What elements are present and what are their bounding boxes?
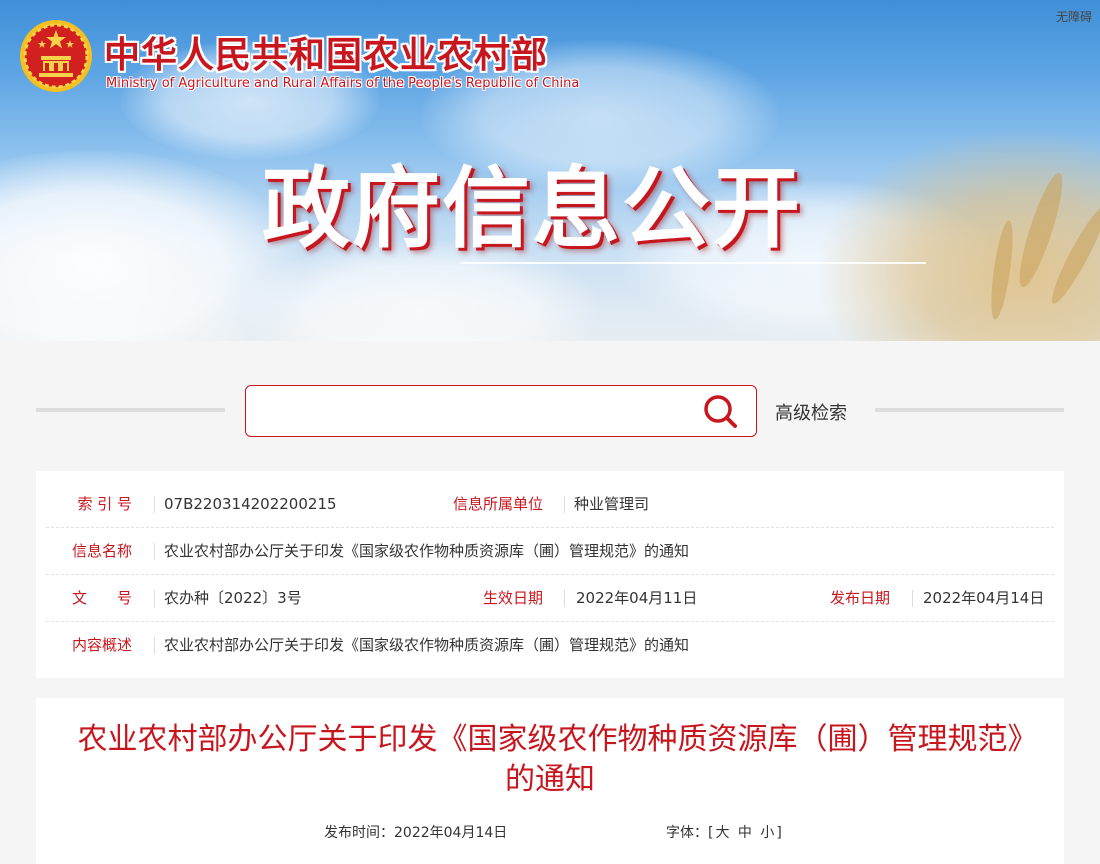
summary-value: 农业农村部办公厅关于印发《国家级农作物种质资源库（圃）管理规范》的通知	[164, 636, 690, 654]
info-row: 索 引 号 07B220314202200215 信息所属单位 种业管理司	[46, 481, 1054, 528]
info-table: 索 引 号 07B220314202200215 信息所属单位 种业管理司 信息…	[36, 471, 1064, 678]
header-banner: 无障碍 中华人民共和国农业农村部 Ministry of Agriculture…	[0, 0, 1100, 341]
search-section: 高级检索	[0, 341, 1100, 471]
row-separator	[154, 543, 155, 560]
row-separator	[154, 590, 155, 607]
row-separator	[564, 590, 565, 607]
name-label: 信息名称	[71, 542, 132, 560]
search-input[interactable]	[258, 394, 688, 428]
search-box	[245, 385, 757, 437]
font-size-medium-button[interactable]: 中	[736, 825, 754, 841]
site-title: 中华人民共和国农业农村部	[104, 35, 549, 76]
site-subtitle: Ministry of Agriculture and Rural Affair…	[106, 76, 580, 91]
publish-date-value: 2022年04月14日	[923, 589, 1045, 607]
banner-title-underline	[460, 262, 926, 264]
info-row: 文 号 农办种〔2022〕3号 生效日期 2022年04月11日 发布日期 20…	[46, 575, 1054, 622]
article-publish-time: 发布时间：2022年04月14日	[324, 825, 508, 841]
effective-date-value: 2022年04月11日	[576, 589, 698, 607]
font-size-bracket: ]	[776, 825, 782, 841]
font-size-control: 字体：[大 中 小]	[666, 822, 782, 842]
font-size-label: 字体：[	[666, 825, 714, 841]
index-label: 索 引 号	[77, 495, 132, 513]
doc-number-value: 农办种〔2022〕3号	[164, 589, 302, 607]
font-size-small-button[interactable]: 小	[758, 825, 776, 841]
row-separator	[912, 590, 913, 607]
search-icon[interactable]	[702, 393, 740, 431]
doc-number-label: 文 号	[71, 589, 132, 607]
info-row: 内容概述 农业农村部办公厅关于印发《国家级农作物种质资源库（圃）管理规范》的通知	[46, 622, 1054, 669]
effective-date-label: 生效日期	[482, 589, 543, 607]
unit-value: 种业管理司	[574, 495, 650, 513]
advanced-search-link[interactable]: 高级检索	[775, 399, 847, 425]
accessibility-link[interactable]: 无障碍	[1056, 8, 1092, 25]
info-row: 信息名称 农业农村部办公厅关于印发《国家级农作物种质资源库（圃）管理规范》的通知	[46, 528, 1054, 575]
row-separator	[564, 496, 565, 513]
wheat-decoration	[820, 130, 1100, 341]
font-size-large-button[interactable]: 大	[713, 825, 731, 841]
article-title: 农业农村部办公厅关于印发《国家级农作物种质资源库（圃）管理规范》的通知	[77, 722, 1023, 797]
search-divider-right	[875, 408, 1064, 412]
search-divider-left	[36, 408, 225, 412]
name-value: 农业农村部办公厅关于印发《国家级农作物种质资源库（圃）管理规范》的通知	[164, 542, 690, 560]
banner-title: 政府信息公开	[262, 156, 803, 260]
row-separator	[154, 637, 155, 654]
publish-date-label: 发布日期	[829, 589, 890, 607]
national-emblem-icon	[20, 20, 92, 92]
article: 农业农村部办公厅关于印发《国家级农作物种质资源库（圃）管理规范》的通知 发布时间…	[36, 698, 1064, 864]
index-value: 07B220314202200215	[164, 495, 337, 513]
summary-label: 内容概述	[71, 636, 132, 654]
unit-label: 信息所属单位	[452, 495, 543, 513]
row-separator	[154, 496, 155, 513]
